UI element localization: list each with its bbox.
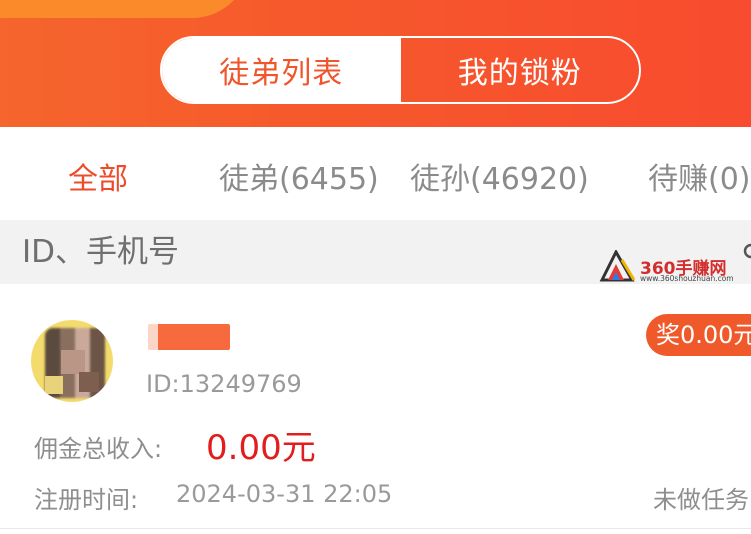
tab-grand-apprentices[interactable]: 徒孙(46920) xyxy=(410,154,589,198)
watermark: 360手赚网 www.360shouzhuan.com xyxy=(598,248,750,284)
tab-apprentices[interactable]: 徒弟(6455) xyxy=(219,154,379,198)
register-time-label: 注册时间: xyxy=(34,486,139,514)
user-id: ID:13249769 xyxy=(146,370,302,398)
register-time-value: 2024-03-31 22:05 xyxy=(176,480,393,508)
avatar xyxy=(31,320,113,402)
list-item[interactable]: ID:13249769 奖0.00元 佣金总收入: 0.00元 注册时间: 20… xyxy=(0,284,751,528)
header-decoration xyxy=(0,0,250,18)
tab-pending-earnings[interactable]: 待赚(0) xyxy=(648,154,751,198)
reward-badge: 奖0.00元 xyxy=(646,314,751,356)
divider xyxy=(0,528,751,529)
commission-value: 0.00元 xyxy=(206,428,316,468)
tab-all[interactable]: 全部 xyxy=(68,154,128,198)
watermark-logo-icon xyxy=(599,250,636,282)
header: 徒弟列表 我的锁粉 xyxy=(0,0,751,127)
watermark-url: www.360shouzhuan.com xyxy=(640,274,734,283)
segment-control: 徒弟列表 我的锁粉 xyxy=(160,36,641,104)
search-input[interactable] xyxy=(22,232,582,272)
user-name-redacted xyxy=(148,324,230,350)
segment-my-locked-fans[interactable]: 我的锁粉 xyxy=(401,38,640,102)
task-status: 未做任务 xyxy=(653,486,749,514)
segment-apprentice-list[interactable]: 徒弟列表 xyxy=(162,38,401,102)
commission-label: 佣金总收入: xyxy=(34,435,163,463)
filter-tabs: 全部 徒弟(6455) 徒孙(46920) 待赚(0) xyxy=(0,127,751,220)
